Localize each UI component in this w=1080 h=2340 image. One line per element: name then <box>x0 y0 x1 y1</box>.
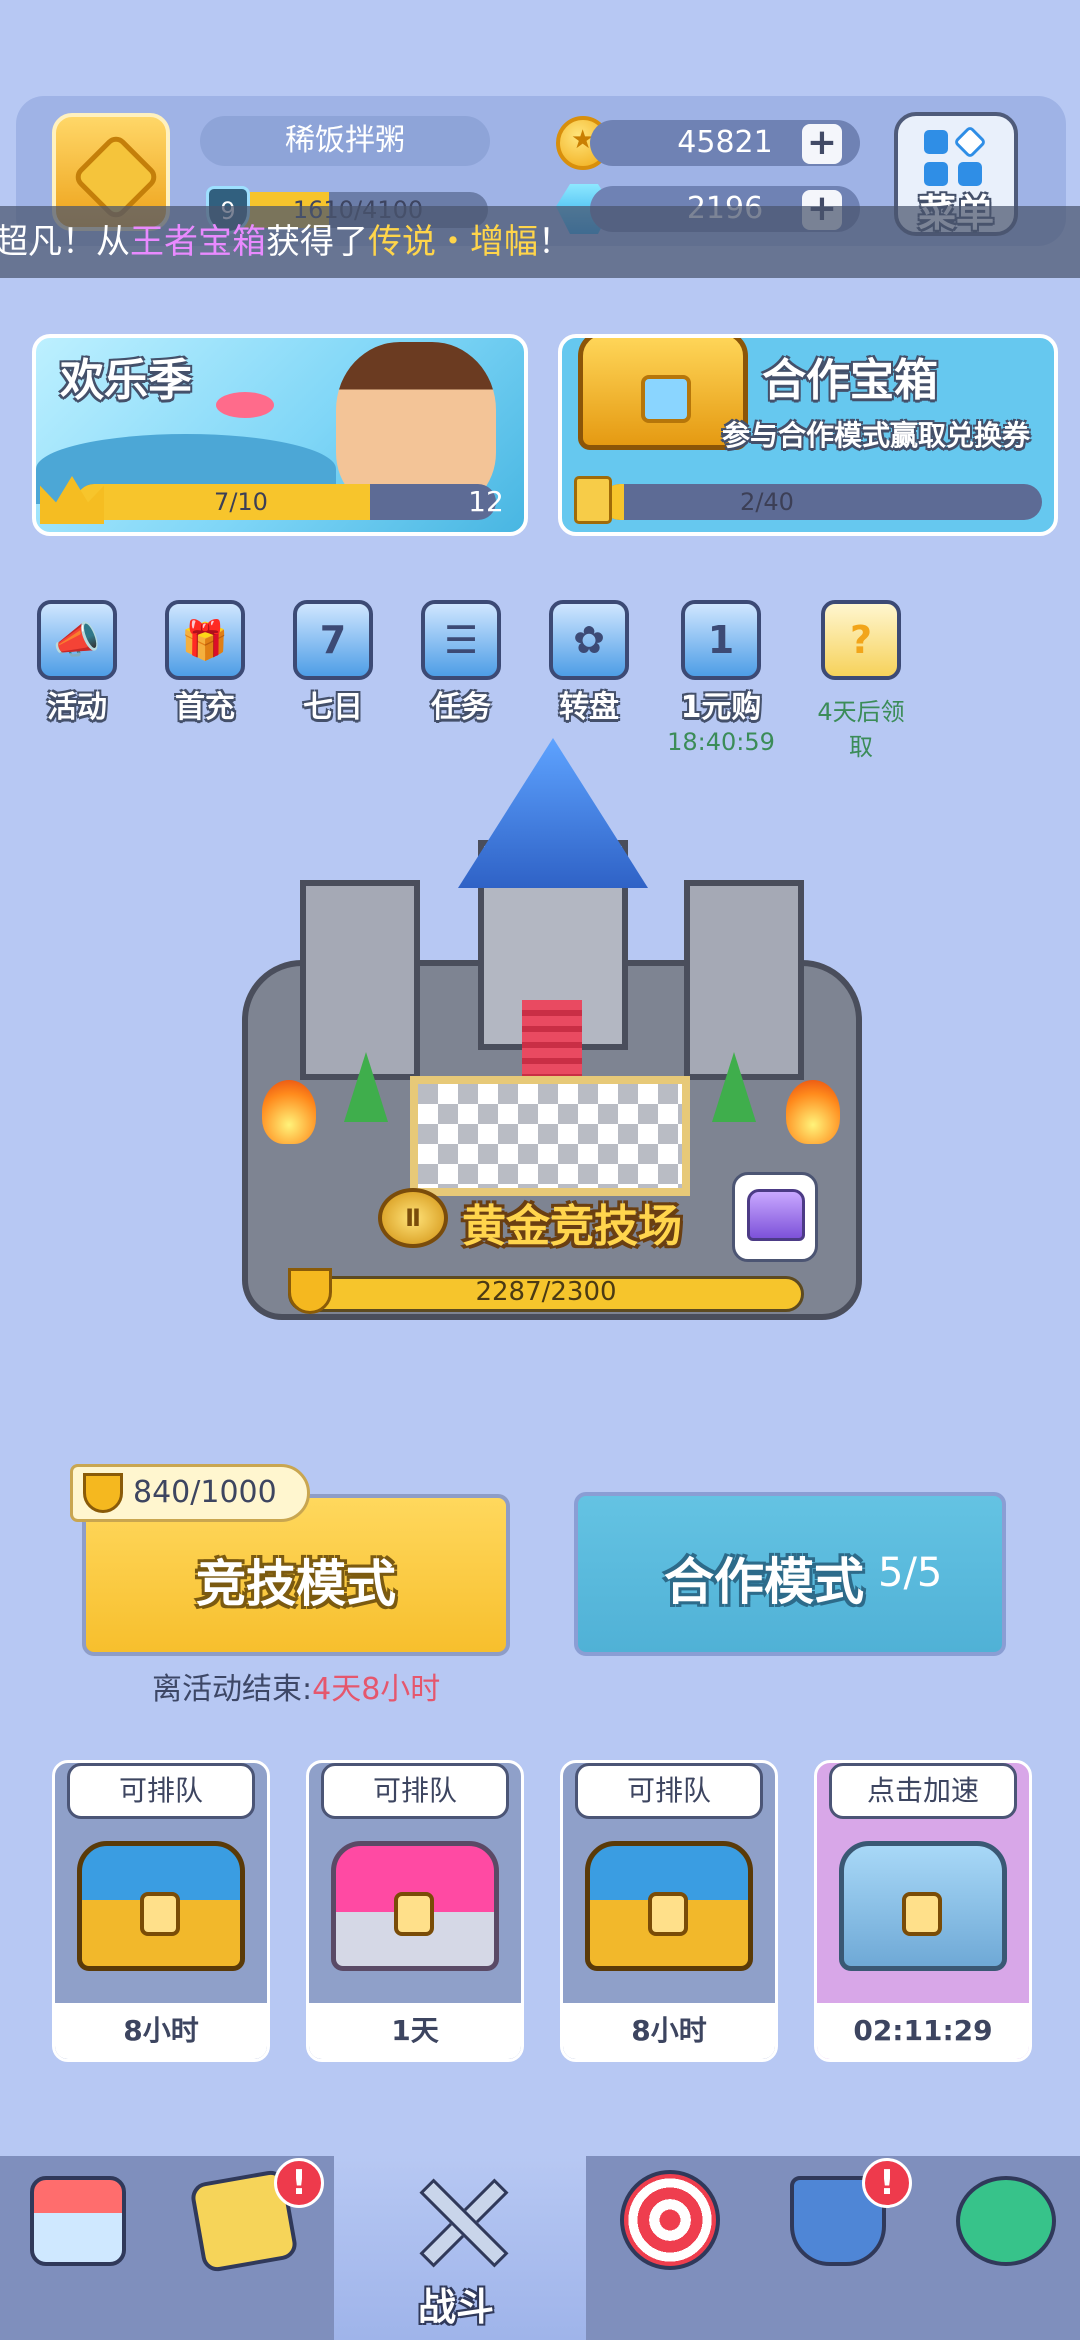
feature-icon-label: 首充 <box>175 690 235 725</box>
joy-season-banner[interactable]: 欢乐季 7/10 12 <box>32 334 528 536</box>
torch-flame-icon <box>262 1080 316 1144</box>
chest-slot-status: 可排队 <box>575 1763 763 1819</box>
feature-icon-button[interactable]: 1 1元购 18:40:59 <box>666 600 776 756</box>
ticker-mid: 获得了 <box>266 222 368 262</box>
task-clipboard-icon: ☰ <box>421 600 501 680</box>
checkered-plaza <box>410 1076 690 1196</box>
announcement-ticker: 超凡！从王者宝箱获得了传说・增幅！ <box>0 206 1080 278</box>
arena-reward-chest[interactable] <box>732 1172 818 1262</box>
competitive-trophy-tag: 840/1000 <box>70 1464 310 1522</box>
coop-mode-label: 合作模式 <box>664 1553 864 1611</box>
trophy-icon <box>83 1473 123 1513</box>
chest-slot[interactable]: 可排队 8小时 <box>52 1760 270 2062</box>
chest-icon <box>747 1189 805 1241</box>
guild-alert-badge: ! <box>862 2158 912 2208</box>
add-coins-button[interactable]: + <box>802 124 842 164</box>
one-yuan-icon: 1 <box>681 600 761 680</box>
ticker-source: 王者宝箱 <box>130 222 266 262</box>
gold-chest-icon <box>585 1841 753 1971</box>
ticker-item: 传说・增幅 <box>368 222 538 262</box>
feature-icon-button[interactable]: 📣 活动 <box>22 600 132 726</box>
gold-chest-icon <box>77 1841 245 1971</box>
castle-spire <box>458 738 648 888</box>
castle-stairs <box>522 1000 582 1080</box>
chest-slot-status: 点击加速 <box>829 1763 1017 1819</box>
wheel-icon: ✿ <box>549 600 629 680</box>
feature-icon-subtext: 18:40:59 <box>667 728 775 756</box>
cards-alert-badge: ! <box>274 2158 324 2208</box>
nav-shop-tab[interactable] <box>30 2176 126 2266</box>
castle-right-tower <box>684 880 804 1080</box>
nav-battle-label: 战斗 <box>418 2285 495 2329</box>
torch-flame-icon <box>786 1080 840 1144</box>
player-name[interactable]: 稀饭拌粥 <box>200 116 490 166</box>
feature-icon-label: 活动 <box>47 690 107 725</box>
seven-day-icon: 7 <box>293 600 373 680</box>
feature-icon-label: 七日 <box>303 690 363 725</box>
ticker-prefix: 超凡！从 <box>0 222 130 262</box>
lock-icon <box>902 1892 942 1936</box>
chest-slot[interactable]: 可排队 1天 <box>306 1760 524 2062</box>
coop-chest-progress: 2/40 <box>740 488 794 516</box>
competitive-mode-label: 竞技模式 <box>196 1555 396 1613</box>
chest-slot-time: 8小时 <box>563 2003 775 2059</box>
joy-season-progress: 7/10 <box>214 488 268 516</box>
feature-icon-button[interactable]: ✿ 转盘 <box>534 600 644 726</box>
chest-slot-status: 可排队 <box>67 1763 255 1819</box>
chest-slot-time: 8小时 <box>55 2003 267 2059</box>
coop-chest-banner[interactable]: 合作宝箱 参与合作模式赢取兑换券 2/40 <box>558 334 1058 536</box>
competitive-trophy-count: 840/1000 <box>133 1475 277 1510</box>
chest-slot-time: 02:11:29 <box>817 2003 1029 2059</box>
silver-chest-icon <box>839 1841 1007 1971</box>
joy-season-level: 12 <box>468 485 504 518</box>
chest-slot[interactable]: 可排队 8小时 <box>560 1760 778 2062</box>
nav-target-tab[interactable] <box>620 2170 720 2270</box>
chest-slot-time: 1天 <box>309 2003 521 2059</box>
nav-social-tab[interactable] <box>956 2176 1056 2266</box>
pink-chest-icon <box>331 1841 499 1971</box>
lock-icon <box>648 1892 688 1936</box>
feature-icon-subtext: 4天后领取 <box>817 698 905 761</box>
trophy-icon <box>288 1268 332 1314</box>
coop-mode-button[interactable]: 合作模式 5/5 <box>574 1492 1006 1656</box>
joy-season-title: 欢乐季 <box>60 355 192 406</box>
ticker-suffix: ！ <box>538 222 572 262</box>
castle-left-tower <box>300 880 420 1080</box>
feature-icon-button[interactable]: ? 4天后领取 <box>806 600 916 762</box>
feature-icon-label: 1元购 <box>680 690 762 725</box>
arena-trophy-count: 2287/2300 <box>475 1277 617 1307</box>
feature-icon-button[interactable]: ☰ 任务 <box>406 600 516 726</box>
event-countdown-prefix: 离活动结束: <box>152 1672 313 1707</box>
feature-icon-label: 转盘 <box>559 690 619 725</box>
chest-slot-status: 可排队 <box>321 1763 509 1819</box>
fish-icon <box>216 392 274 418</box>
coop-chest-title: 合作宝箱 <box>762 355 938 406</box>
grid-icon <box>924 130 948 154</box>
megaphone-icon: 📣 <box>37 600 117 680</box>
chest-slot[interactable]: 点击加速 02:11:29 <box>814 1760 1032 2062</box>
crossed-swords-icon <box>410 2170 510 2270</box>
gift-icon: 🎁 <box>165 600 245 680</box>
arena-rank-badge: Ⅱ <box>378 1188 448 1248</box>
feature-icon-button[interactable]: 7 七日 <box>278 600 388 726</box>
lock-icon <box>140 1892 180 1936</box>
mystery-icon: ? <box>821 600 901 680</box>
ticket-card-icon <box>574 476 612 524</box>
feature-icon-button[interactable]: 🎁 首充 <box>150 600 260 726</box>
event-countdown: 离活动结束:4天8小时 <box>152 1664 440 1708</box>
lock-icon <box>394 1892 434 1936</box>
arena-name: 黄金竞技场 <box>462 1201 682 1252</box>
event-countdown-time: 4天8小时 <box>312 1672 441 1707</box>
feature-icon-label: 任务 <box>431 690 491 725</box>
coop-chest-subtitle: 参与合作模式赢取兑换券 <box>722 419 1031 452</box>
coop-mode-count: 5/5 <box>878 1550 943 1596</box>
